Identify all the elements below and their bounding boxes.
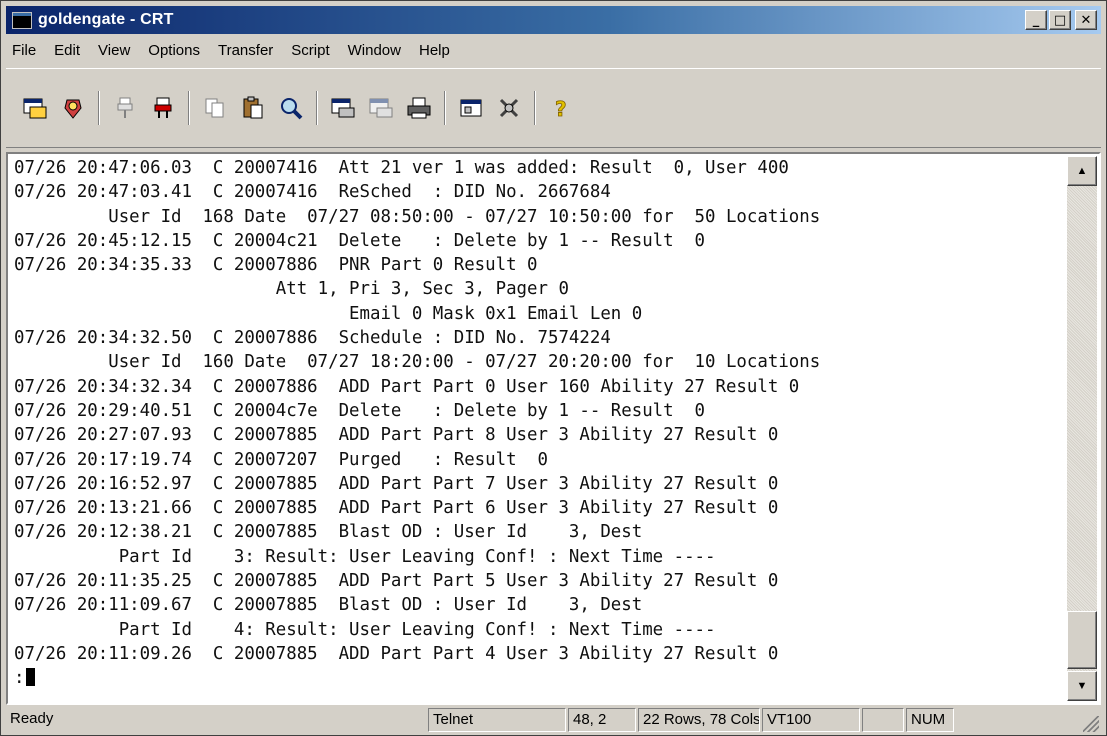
minimize-button[interactable]: _: [1025, 10, 1047, 30]
toolbar: ?: [6, 68, 1101, 148]
terminal-line: Part Id 4: Result: User Leaving Conf! : …: [14, 619, 716, 640]
maximize-button[interactable]: □: [1049, 10, 1071, 30]
terminal-line: 07/26 20:16:52.97 C 20007885 ADD Part Pa…: [14, 473, 779, 494]
terminal-line: Att 1, Pri 3, Sec 3, Pager 0: [14, 279, 569, 300]
terminal-line: User Id 160 Date 07/27 18:20:00 - 07/27 …: [14, 352, 821, 373]
scroll-up-button[interactable]: ▲: [1067, 156, 1097, 186]
print-icon[interactable]: [401, 90, 437, 126]
terminal-line: 07/26 20:11:09.26 C 20007885 ADD Part Pa…: [14, 643, 779, 664]
terminal-line: Email 0 Mask 0x1 Email Len 0: [14, 303, 643, 324]
text-cursor: [26, 668, 36, 687]
toolbar-separator: [444, 91, 446, 125]
scroll-down-button[interactable]: ▼: [1067, 671, 1097, 701]
terminal-line: 07/26 20:34:35.33 C 20007886 PNR Part 0 …: [14, 255, 538, 276]
terminal-line: 07/26 20:11:09.67 C 20007885 Blast OD : …: [14, 595, 643, 616]
disconnect-icon[interactable]: [107, 90, 143, 126]
menu-view[interactable]: View: [89, 42, 139, 59]
terminal-line: 07/26 20:27:07.93 C 20007885 ADD Part Pa…: [14, 425, 779, 446]
menu-window[interactable]: Window: [339, 42, 410, 59]
svg-text:?: ?: [555, 97, 567, 121]
status-dimensions: 22 Rows, 78 Cols: [638, 708, 760, 732]
terminal-frame: 07/26 20:47:06.03 C 20007416 Att 21 ver …: [6, 152, 1101, 705]
arrow-up-icon: ▲: [1076, 164, 1088, 177]
arrow-down-icon: ▼: [1076, 679, 1088, 692]
copy-icon[interactable]: [197, 90, 233, 126]
minimize-icon: _: [1032, 12, 1040, 28]
menu-file[interactable]: File: [6, 42, 45, 59]
find-icon[interactable]: [273, 90, 309, 126]
terminal-prompt: :: [14, 668, 25, 689]
menu-edit[interactable]: Edit: [45, 42, 89, 59]
quick-connect-icon[interactable]: [55, 90, 91, 126]
session-options-icon[interactable]: [453, 90, 489, 126]
terminal-line: 07/26 20:34:32.50 C 20007886 Schedule : …: [14, 328, 611, 349]
close-button[interactable]: ✕: [1075, 10, 1097, 30]
status-blank: [862, 708, 904, 732]
toolbar-separator: [316, 91, 318, 125]
title-bar[interactable]: goldengate - CRT _ □ ✕: [6, 6, 1101, 34]
window-controls: _ □ ✕: [1025, 10, 1097, 30]
menu-options[interactable]: Options: [139, 42, 209, 59]
status-cursor-position: 48, 2: [568, 708, 636, 732]
status-protocol: Telnet: [428, 708, 566, 732]
terminal-prompt-line[interactable]: :: [14, 666, 1065, 690]
status-num: NUM: [906, 708, 954, 732]
close-icon: ✕: [1080, 12, 1092, 28]
resize-grip[interactable]: [1083, 716, 1099, 732]
terminal-line: User Id 168 Date 07/27 08:50:00 - 07/27 …: [14, 206, 821, 227]
terminal-line: 07/26 20:47:03.41 C 20007416 ReSched : D…: [14, 182, 611, 203]
window-title: goldengate - CRT: [38, 11, 174, 28]
toolbar-separator: [98, 91, 100, 125]
menu-transfer[interactable]: Transfer: [209, 42, 282, 59]
terminal-app-icon[interactable]: [12, 11, 32, 29]
scroll-thumb[interactable]: [1067, 611, 1097, 669]
terminal-line: 07/26 20:11:35.25 C 20007885 ADD Part Pa…: [14, 571, 779, 592]
terminal-line: Part Id 3: Result: User Leaving Conf! : …: [14, 546, 716, 567]
menu-bar: File Edit View Options Transfer Script W…: [6, 36, 1101, 64]
status-ready: Ready: [10, 710, 54, 727]
connect-icon[interactable]: [17, 90, 53, 126]
reconnect-icon[interactable]: [145, 90, 181, 126]
terminal-line: 07/26 20:13:21.66 C 20007885 ADD Part Pa…: [14, 498, 779, 519]
print-screen-icon[interactable]: [325, 90, 361, 126]
terminal-line: 07/26 20:29:40.51 C 20004c7e Delete : De…: [14, 400, 706, 421]
crt-window: goldengate - CRT _ □ ✕ File Edit View Op…: [0, 0, 1107, 736]
terminal-line: 07/26 20:47:06.03 C 20007416 Att 21 ver …: [14, 158, 789, 178]
help-icon[interactable]: ?: [543, 90, 579, 126]
toolbar-separator: [534, 91, 536, 125]
maximize-icon: □: [1053, 12, 1067, 28]
paste-icon[interactable]: [235, 90, 271, 126]
status-emulation: VT100: [762, 708, 860, 732]
toolbar-separator: [188, 91, 190, 125]
terminal-line: 07/26 20:12:38.21 C 20007885 Blast OD : …: [14, 522, 643, 543]
menu-script[interactable]: Script: [282, 42, 338, 59]
terminal-line: 07/26 20:34:32.34 C 20007886 ADD Part Pa…: [14, 376, 800, 397]
terminal-line: 07/26 20:17:19.74 C 20007207 Purged : Re…: [14, 449, 548, 470]
terminal-output[interactable]: 07/26 20:47:06.03 C 20007416 Att 21 ver …: [10, 156, 1065, 701]
global-options-icon[interactable]: [491, 90, 527, 126]
print-selection-icon[interactable]: [363, 90, 399, 126]
menu-help[interactable]: Help: [410, 42, 459, 59]
vertical-scrollbar[interactable]: ▲ ▼: [1067, 156, 1097, 701]
terminal-line: 07/26 20:45:12.15 C 20004c21 Delete : De…: [14, 230, 706, 251]
status-bar: Ready Telnet 48, 2 22 Rows, 78 Cols VT10…: [6, 708, 1101, 734]
